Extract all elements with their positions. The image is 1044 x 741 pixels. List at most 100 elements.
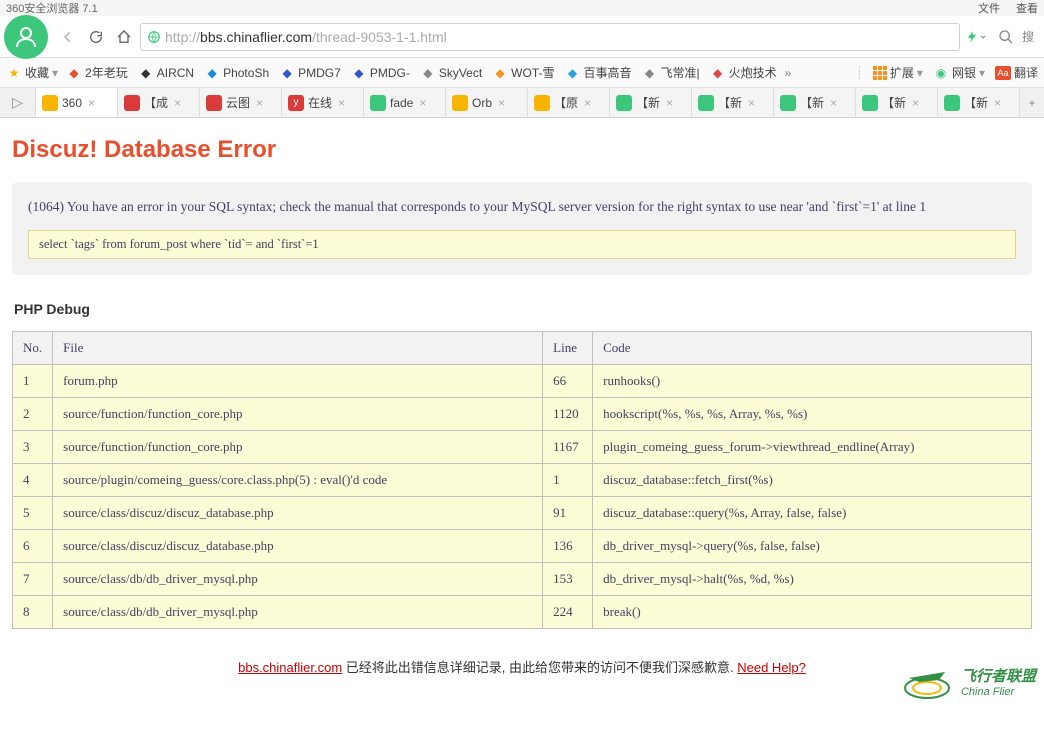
cell-code: discuz_database::query(%s, Array, false,…: [593, 496, 1032, 529]
cell-line: 153: [543, 562, 593, 595]
close-icon[interactable]: ×: [88, 96, 95, 110]
star-icon: ★: [6, 65, 22, 81]
reload-icon: [88, 29, 104, 45]
browser-tab[interactable]: y在线×: [282, 88, 364, 117]
bookmark-item[interactable]: ◆2年老玩: [66, 64, 128, 81]
bookmark-item[interactable]: ◆PhotoSh: [204, 65, 269, 81]
close-icon[interactable]: ×: [830, 96, 837, 110]
bookmark-item[interactable]: ◆SkyVect: [420, 65, 482, 81]
bookmark-favicon-icon: ◆: [204, 65, 220, 81]
bookmark-item[interactable]: ◆飞常准|: [642, 64, 700, 81]
table-header-row: No. File Line Code: [13, 331, 1032, 364]
home-button[interactable]: [112, 25, 136, 49]
browser-tab[interactable]: Orb×: [446, 88, 528, 117]
browser-tab[interactable]: 【新×: [856, 88, 938, 117]
search-placeholder[interactable]: 搜: [1022, 28, 1034, 45]
close-icon[interactable]: ×: [666, 96, 673, 110]
close-icon[interactable]: ×: [748, 96, 755, 110]
table-row: 3source/function/function_core.php1167pl…: [13, 430, 1032, 463]
cell-code: hookscript(%s, %s, %s, Array, %s, %s): [593, 397, 1032, 430]
bookmark-item[interactable]: ◆PMDG-: [351, 65, 410, 81]
bookmark-item[interactable]: ◆百事高音: [565, 64, 632, 81]
tab-favicon-icon: [206, 95, 222, 111]
reload-button[interactable]: [84, 25, 108, 49]
cell-file: source/class/db/db_driver_mysql.php: [53, 562, 543, 595]
bookmark-favicon-icon: ◆: [66, 65, 82, 81]
bookmark-item[interactable]: ◆AIRCN: [138, 65, 194, 81]
close-icon[interactable]: ×: [994, 96, 1001, 110]
close-icon[interactable]: ×: [256, 96, 263, 110]
tab-favicon-icon: [124, 95, 140, 111]
chevron-down-icon: [979, 33, 987, 41]
browser-tab[interactable]: 【新×: [774, 88, 856, 117]
col-no: No.: [13, 331, 53, 364]
bookmark-bar: ★ 收藏 ▾ ◆2年老玩◆AIRCN◆PhotoSh◆PMDG7◆PMDG-◆S…: [0, 58, 1044, 88]
cell-file: source/class/discuz/discuz_database.php: [53, 529, 543, 562]
cell-no: 2: [13, 397, 53, 430]
bookmark-more[interactable]: »: [785, 66, 792, 80]
lightning-button[interactable]: [964, 25, 988, 49]
close-icon[interactable]: ×: [912, 96, 919, 110]
cell-no: 8: [13, 595, 53, 628]
browser-tab[interactable]: 【原×: [528, 88, 610, 117]
browser-tab[interactable]: 360×: [36, 88, 118, 117]
cell-no: 7: [13, 562, 53, 595]
close-icon[interactable]: ×: [338, 96, 345, 110]
bookmark-favicon-icon: ◆: [642, 65, 658, 81]
tab-scroll-left[interactable]: ▷: [0, 88, 36, 117]
tab-favicon-icon: [42, 95, 58, 111]
bookmark-item[interactable]: ◆PMDG7: [279, 65, 341, 81]
help-link[interactable]: Need Help?: [737, 660, 806, 675]
address-bar[interactable]: http://bbs.chinaflier.com/thread-9053-1-…: [140, 23, 960, 51]
cell-no: 3: [13, 430, 53, 463]
user-avatar[interactable]: [4, 15, 48, 59]
cell-line: 1120: [543, 397, 593, 430]
plane-globe-icon: [899, 662, 955, 702]
bookmark-favicon-icon: ◆: [351, 65, 367, 81]
cell-line: 91: [543, 496, 593, 529]
back-button[interactable]: [56, 25, 80, 49]
url-text: http://bbs.chinaflier.com/thread-9053-1-…: [165, 29, 447, 45]
shield-icon: ◉: [933, 65, 949, 81]
close-icon[interactable]: ×: [419, 96, 426, 110]
extensions-button[interactable]: 扩展 ▾: [873, 64, 923, 81]
search-icon[interactable]: [998, 29, 1014, 45]
close-icon[interactable]: ×: [174, 96, 181, 110]
tab-label: 【成: [144, 94, 168, 111]
favorites-label: 收藏: [25, 64, 49, 81]
browser-tab[interactable]: 【新×: [610, 88, 692, 117]
bookmark-label: PMDG7: [298, 66, 341, 80]
tab-favicon-icon: [452, 95, 468, 111]
browser-tab[interactable]: 【成 ×: [118, 88, 200, 117]
bookmark-item[interactable]: ◆WOT-雪: [492, 64, 554, 81]
bookmark-favicon-icon: ◆: [279, 65, 295, 81]
close-icon[interactable]: ×: [584, 96, 591, 110]
bookmark-favicon-icon: ◆: [565, 65, 581, 81]
bookmark-label: PMDG-: [370, 66, 410, 80]
debug-table: No. File Line Code 1forum.php66runhooks(…: [12, 331, 1032, 629]
menu-view[interactable]: 查看: [1016, 0, 1038, 16]
bookmark-label: 2年老玩: [85, 64, 128, 81]
tab-label: fade: [390, 96, 413, 110]
grid-icon: [873, 66, 887, 80]
browser-tab[interactable]: 【新×: [938, 88, 1020, 117]
tab-favicon-icon: [862, 95, 878, 111]
netbank-button[interactable]: ◉ 网银 ▾: [933, 64, 985, 81]
favorites-button[interactable]: ★ 收藏 ▾: [6, 64, 58, 81]
translate-button[interactable]: Aa 翻译: [995, 64, 1038, 81]
new-tab-button[interactable]: +: [1020, 88, 1044, 117]
bookmark-item[interactable]: ◆火炮技术: [710, 64, 777, 81]
menu-file[interactable]: 文件: [978, 0, 1000, 16]
browser-tab[interactable]: fade ×: [364, 88, 446, 117]
footer-domain-link[interactable]: bbs.chinaflier.com: [238, 660, 342, 675]
cell-file: source/plugin/comeing_guess/core.class.p…: [53, 463, 543, 496]
col-file: File: [53, 331, 543, 364]
close-icon[interactable]: ×: [498, 96, 505, 110]
browser-tab[interactable]: 云图×: [200, 88, 282, 117]
cell-no: 5: [13, 496, 53, 529]
cell-code: discuz_database::fetch_first(%s): [593, 463, 1032, 496]
browser-tab[interactable]: 【新×: [692, 88, 774, 117]
tab-favicon-icon: [370, 95, 386, 111]
cell-code: plugin_comeing_guess_forum->viewthread_e…: [593, 430, 1032, 463]
watermark-cn: 飞行者联盟: [961, 665, 1036, 686]
